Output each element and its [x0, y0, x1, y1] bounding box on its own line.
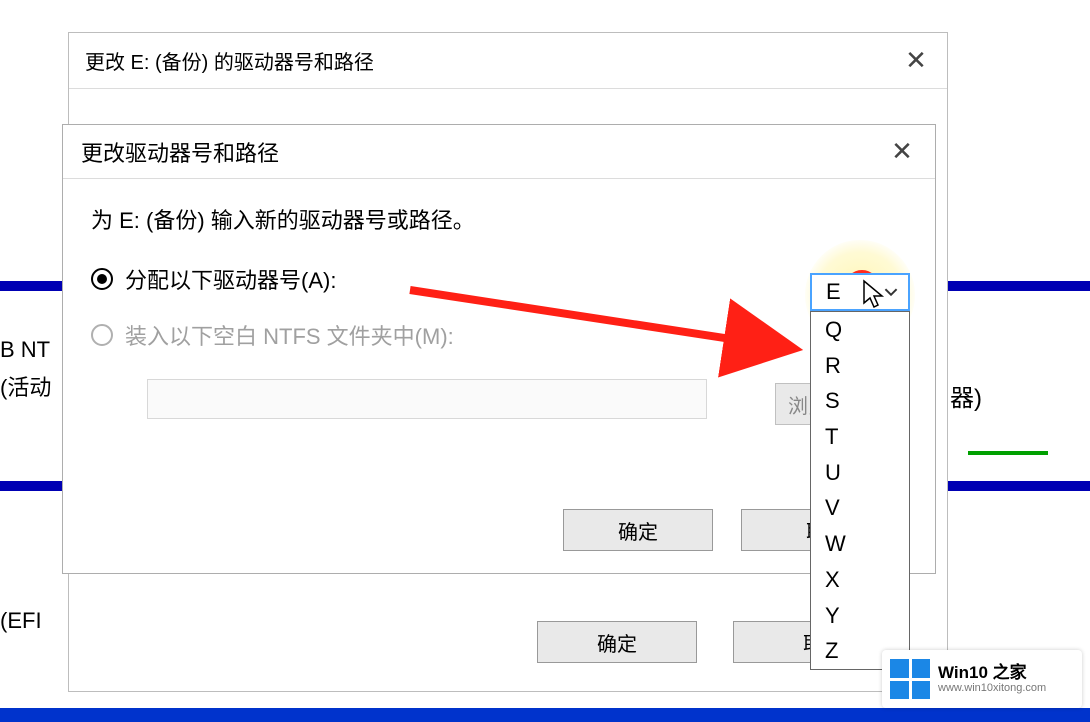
- drive-letter-dropdown[interactable]: Q R S T U V W X Y Z: [810, 311, 910, 670]
- bg-bottom-blue: [0, 708, 1090, 722]
- drive-letter-option[interactable]: R: [811, 348, 909, 384]
- instruction-text: 为 E: (备份) 输入新的驱动器号或路径。: [91, 203, 907, 235]
- radio-unselected-icon: [91, 324, 113, 346]
- inner-ok-button[interactable]: 确定: [563, 509, 713, 551]
- drive-letter-option[interactable]: S: [811, 383, 909, 419]
- drive-letter-option[interactable]: Q: [811, 312, 909, 348]
- bg-text-active: (活动: [0, 370, 51, 402]
- bg-green-bar: [968, 451, 1048, 455]
- assign-drive-letter-label: 分配以下驱动器号(A):: [125, 263, 336, 295]
- bg-text-efi: (EFI: [0, 608, 42, 634]
- inner-dialog-buttons: 确定 取: [63, 509, 935, 551]
- drive-letter-option[interactable]: X: [811, 562, 909, 598]
- bg-text-ntfs: B NT: [0, 337, 50, 363]
- assign-drive-letter-radio[interactable]: 分配以下驱动器号(A):: [91, 263, 907, 295]
- drive-letter-option[interactable]: W: [811, 526, 909, 562]
- inner-dialog-title: 更改驱动器号和路径: [81, 136, 877, 168]
- close-icon: ✕: [891, 136, 913, 167]
- mount-path-input: [147, 379, 707, 419]
- change-drive-letter-inner-dialog: 更改驱动器号和路径 ✕ 为 E: (备份) 输入新的驱动器号或路径。 分配以下驱…: [62, 124, 936, 574]
- outer-dialog-title: 更改 E: (备份) 的驱动器号和路径: [85, 46, 891, 75]
- outer-titlebar: 更改 E: (备份) 的驱动器号和路径 ✕: [69, 33, 947, 89]
- watermark: Win10 之家 www.win10xitong.com: [882, 650, 1082, 708]
- combo-selected-value: E: [812, 279, 874, 305]
- watermark-title: Win10 之家: [938, 663, 1046, 683]
- drive-letter-option[interactable]: V: [811, 490, 909, 526]
- drive-letter-option[interactable]: U: [811, 455, 909, 491]
- drive-letter-combobox[interactable]: E: [810, 273, 910, 311]
- drive-letter-option[interactable]: Y: [811, 598, 909, 634]
- close-icon: ✕: [905, 45, 927, 76]
- mount-ntfs-folder-radio[interactable]: 装入以下空白 NTFS 文件夹中(M):: [91, 319, 907, 351]
- inner-close-button[interactable]: ✕: [877, 132, 927, 172]
- inner-titlebar: 更改驱动器号和路径 ✕: [63, 125, 935, 179]
- windows-logo-icon: [890, 659, 930, 699]
- radio-selected-icon: [91, 268, 113, 290]
- chevron-down-icon: [874, 285, 908, 299]
- bg-text-device: 器): [950, 378, 982, 413]
- outer-close-button[interactable]: ✕: [891, 41, 941, 81]
- watermark-subtitle: www.win10xitong.com: [938, 682, 1046, 695]
- drive-letter-option[interactable]: T: [811, 419, 909, 455]
- mount-ntfs-folder-label: 装入以下空白 NTFS 文件夹中(M):: [125, 319, 454, 351]
- outer-ok-button[interactable]: 确定: [537, 621, 697, 663]
